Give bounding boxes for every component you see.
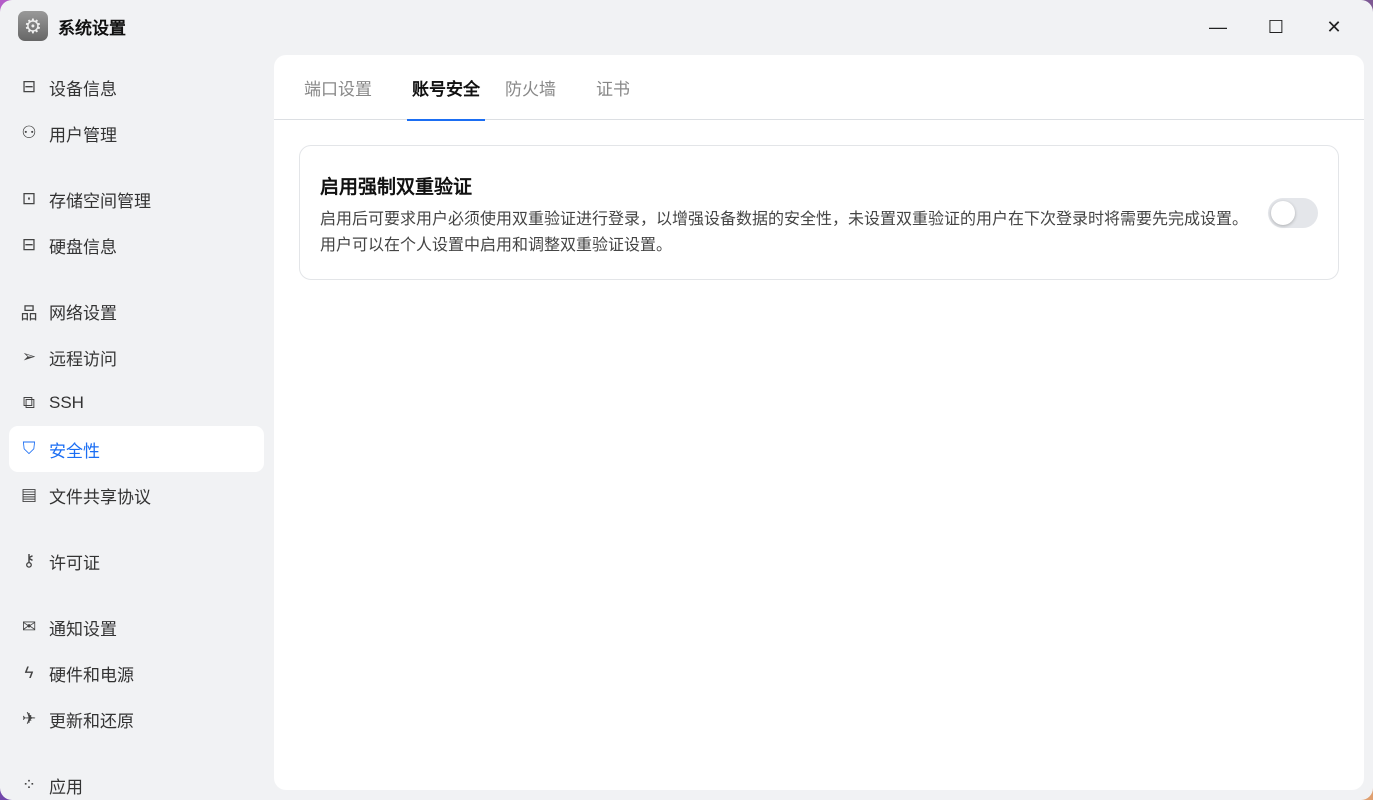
sidebar-item-network[interactable]: 品网络设置 [9, 288, 264, 334]
document-icon: ▤ [20, 485, 38, 504]
sidebar-item-notifications[interactable]: ✉ 通知设置 [9, 604, 264, 650]
mail-icon: ✉ [21, 617, 37, 636]
sidebar-item-hardware-power[interactable]: ϟ 硬件和电源 [9, 650, 264, 696]
sidebar-item-storage[interactable]: ⊡ 存储空间管理 [9, 176, 264, 222]
sidebar-item-label: 硬盘信息 [49, 237, 117, 257]
sidebar-item-security[interactable]: ⛉ 安全性 [9, 426, 264, 472]
settings-gear-icon: ⚙ [18, 11, 48, 41]
settings-window: ⚙ 系统设置 — ☐ ✕ ⊟ 设备信息 ⚇ 用户管理 ⊡ 存储空间管理 ⊟ 硬盘信息品网络设置… [0, 0, 1373, 800]
sidebar-item-file-sharing[interactable]: ▤ 文件共享协议 [9, 472, 264, 518]
sidebar-item-license[interactable]: ⚷ 许可证 [9, 538, 264, 584]
close-button[interactable]: ✕ [1305, 12, 1363, 42]
tab-port-settings[interactable]: 端口设置 [304, 55, 392, 120]
shield-check-icon: ⛉ [22, 439, 36, 458]
rocket-icon: ✈ [21, 709, 37, 728]
sidebar-item-remote-access[interactable]: ➢ 远程访问 [9, 334, 264, 380]
maximize-button[interactable]: ☐ [1247, 12, 1305, 42]
sidebar-item-label: 安全性 [49, 441, 100, 461]
network-icon: 品 [20, 303, 38, 323]
drive-icon: ⊟ [21, 77, 37, 96]
inbox-icon: ⊡ [21, 189, 37, 208]
code-icon: ⧉ [22, 393, 36, 412]
card-title: 启用强制双重验证 [320, 177, 473, 198]
key-icon: ⚷ [22, 551, 36, 570]
power-icon: ϟ [24, 663, 34, 682]
title-bar: ⚙ 系统设置 [18, 11, 126, 41]
sidebar-item-label: 文件共享协议 [49, 487, 151, 507]
drive-icon: ⊟ [21, 235, 37, 254]
sidebar-item-label: 更新和还原 [49, 711, 134, 731]
sidebar-item-label: 硬件和电源 [49, 665, 134, 685]
sidebar-item-label: 存储空间管理 [49, 191, 151, 211]
tab-bar: 端口设置 账号安全 防火墙 证书 [274, 55, 1364, 121]
two-factor-card: 启用强制双重验证 启用后可要求用户必须使用双重验证进行登录，以增强设备数据的安全… [299, 145, 1339, 280]
window-title: 系统设置 [58, 18, 126, 38]
sidebar-item-label: 应用 [49, 777, 83, 797]
apps-icon: ⁘ [21, 775, 37, 794]
sidebar-item-label: 用户管理 [49, 125, 117, 145]
card-description: 启用后可要求用户必须使用双重验证进行登录，以增强设备数据的安全性，未设置双重验证… [320, 211, 1249, 254]
minimize-button[interactable]: — [1189, 12, 1247, 42]
sidebar-item-update-restore[interactable]: ✈ 更新和还原 [9, 696, 264, 742]
sidebar-item-ssh[interactable]: ⧉ SSH [9, 380, 264, 426]
sidebar: ⊟ 设备信息 ⚇ 用户管理 ⊡ 存储空间管理 ⊟ 硬盘信息品网络设置 ➢ 远程访问 ⧉ SSH ⛉ 安全性… [9, 64, 264, 800]
sidebar-item-label: 网络设置 [49, 303, 117, 323]
user-gear-icon: ⚇ [21, 123, 37, 142]
send-icon: ➢ [21, 347, 37, 366]
tab-account-security[interactable]: 账号安全 [407, 55, 485, 121]
tab-certificate[interactable]: 证书 [596, 55, 650, 120]
sidebar-item-label: 远程访问 [49, 349, 117, 369]
main-panel: 端口设置 账号安全 防火墙 证书 启用强制双重验证 启用后可要求用户必须使用双重… [274, 55, 1364, 790]
sidebar-item-user-management[interactable]: ⚇ 用户管理 [9, 110, 264, 156]
sidebar-item-label: 通知设置 [49, 619, 117, 639]
sidebar-item-label: SSH [49, 393, 84, 412]
sidebar-item-label: 许可证 [49, 553, 100, 573]
sidebar-item-device-info[interactable]: ⊟ 设备信息 [9, 64, 264, 110]
sidebar-item-apps[interactable]: ⁘ 应用 [9, 762, 264, 800]
tab-firewall[interactable]: 防火墙 [505, 55, 576, 120]
enforce-2fa-toggle[interactable] [1268, 198, 1318, 228]
sidebar-item-label: 设备信息 [49, 79, 117, 99]
sidebar-item-disk-info[interactable]: ⊟ 硬盘信息 [9, 222, 264, 268]
